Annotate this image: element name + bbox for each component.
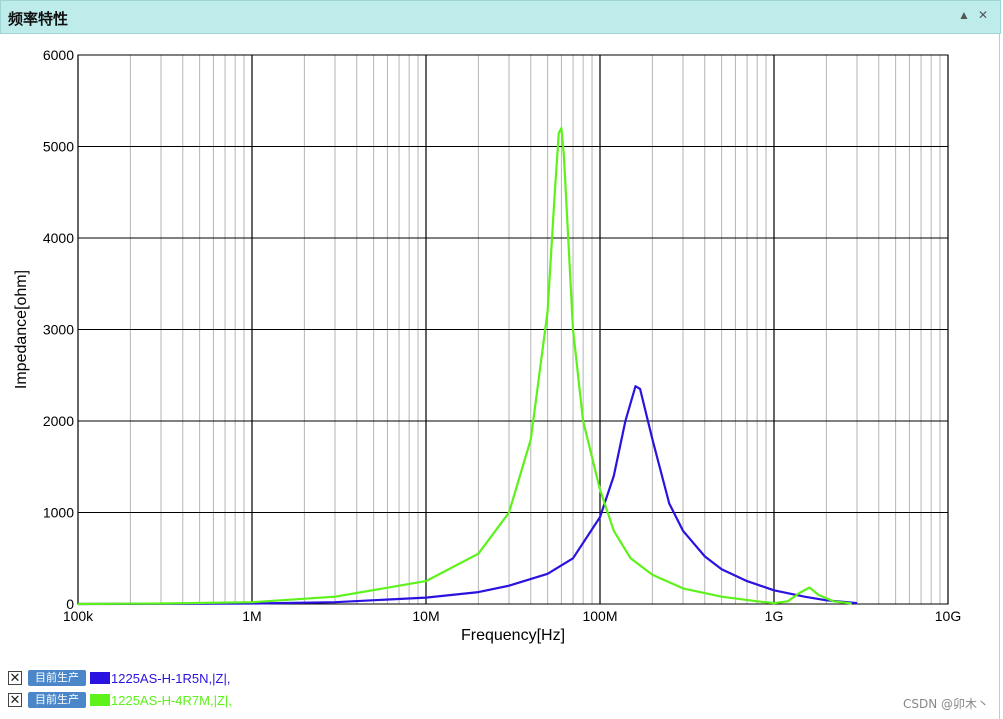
legend-label[interactable]: 1225AS-H-1R5N,|Z|, <box>111 671 230 686</box>
x-tick-label: 1M <box>242 608 261 624</box>
status-badge: 目前生产 <box>28 692 86 708</box>
status-badge: 目前生产 <box>28 670 86 686</box>
collapse-icon[interactable]: ▲ <box>958 7 970 23</box>
legend-item: ✕ 目前生产 1225AS-H-1R5N,|Z|, <box>8 669 230 687</box>
y-tick-label: 0 <box>66 596 74 612</box>
y-tick-label: 1000 <box>43 505 74 521</box>
x-tick-label: 100M <box>582 608 617 624</box>
y-tick-label: 6000 <box>43 47 74 63</box>
x-axis-label: Frequency[Hz] <box>461 627 565 644</box>
x-tick-labels: 100k 1M 10M 100M 1G 10G <box>63 608 961 624</box>
watermark: CSDN @卯木丶 <box>902 697 989 711</box>
major-gridlines <box>77 54 949 605</box>
x-tick-label: 10M <box>412 608 439 624</box>
remove-series-icon[interactable]: ✕ <box>8 693 22 707</box>
y-tick-label: 5000 <box>43 139 74 155</box>
close-icon[interactable]: ✕ <box>978 7 988 23</box>
series-layer <box>77 127 858 606</box>
legend-swatch <box>90 672 110 684</box>
legend-item: ✕ 目前生产 1225AS-H-4R7M,|Z|, <box>8 691 232 709</box>
series-line <box>77 385 858 606</box>
remove-series-icon[interactable]: ✕ <box>8 671 22 685</box>
legend-swatch <box>90 694 110 706</box>
y-tick-label: 3000 <box>43 322 74 338</box>
x-tick-label: 1G <box>765 608 784 624</box>
x-tick-label: 10G <box>935 608 961 624</box>
window-titlebar: 频率特性 ▲ ✕ <box>0 0 1001 34</box>
impedance-chart: 100k 1M 10M 100M 1G 10G 010002000300040005000… <box>13 47 961 644</box>
legend-label[interactable]: 1225AS-H-4R7M,|Z|, <box>111 693 232 708</box>
y-tick-labels: 0 1000 2000 3000 4000 5000 6000 <box>43 47 74 612</box>
y-axis-label: Impedance[ohm] <box>13 270 30 389</box>
chart-container: 100k 1M 10M 100M 1G 10G 0 1000 2000 3000 4000 5000… <box>0 36 1000 661</box>
y-tick-label: 2000 <box>43 413 74 429</box>
window-title: 频率特性 <box>8 10 69 28</box>
y-tick-label: 4000 <box>43 230 74 246</box>
